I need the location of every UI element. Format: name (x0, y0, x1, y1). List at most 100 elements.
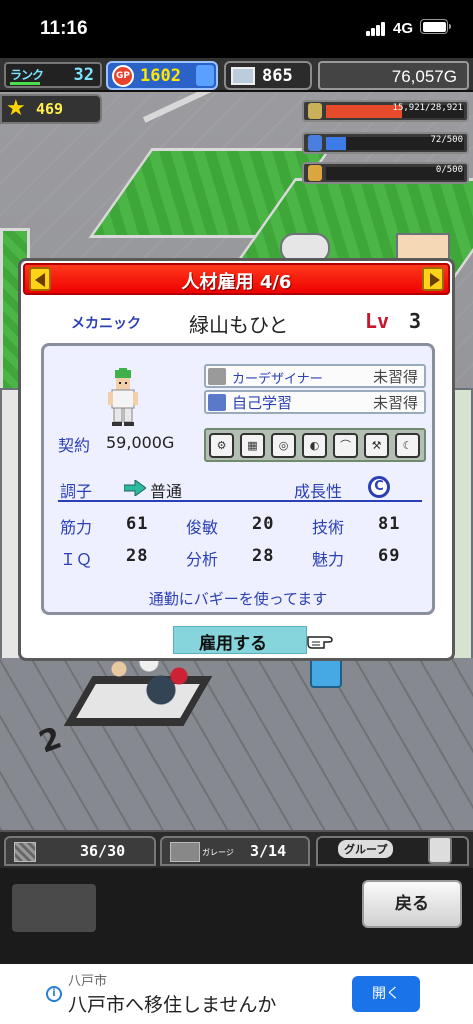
stat-value: 61 (126, 514, 149, 534)
engine-icon[interactable]: ⚙ (209, 433, 234, 458)
ability-icons: ⚙ ▦ ◎ ◐ ⌒ ⚒ ☾ (204, 428, 426, 462)
star-icon: ★ (6, 96, 26, 121)
resource-bar-water: 72/500 (302, 132, 469, 154)
hammer-icon[interactable]: ⚒ (364, 433, 389, 458)
tire-icon[interactable]: ◎ (271, 433, 296, 458)
skill-status: 未習得 (372, 368, 418, 386)
network-type: 4G (393, 20, 414, 37)
staff-count: 36/30 (80, 842, 126, 860)
rank-value: 32 (73, 65, 94, 85)
condition-label: 調子 (60, 482, 93, 501)
ad-advertiser: 八戸市 (68, 974, 108, 989)
chassis-icon[interactable]: ▦ (240, 433, 265, 458)
bottom-tabs: 36/30 ガレージ 3/14 グループ (0, 830, 473, 868)
job-type: メカニック (71, 316, 141, 332)
contract-label: 契約 (58, 436, 91, 455)
rank-label: ランク (10, 68, 44, 82)
stat-value: 28 (126, 546, 149, 566)
next-arrow-icon[interactable] (422, 267, 444, 291)
stat-label: 俊敏 (186, 518, 219, 537)
building (452, 388, 473, 678)
group-label[interactable]: グループ (338, 840, 394, 858)
stars-display[interactable]: ★ 469 (0, 94, 102, 124)
resource-fill (326, 137, 346, 150)
skill-name: カーデザイナー (232, 372, 323, 387)
pc-display[interactable]: 865 (224, 61, 312, 90)
resource-bar-fuel: 15,921/28,921 (302, 100, 469, 122)
stat-value: 69 (378, 546, 401, 566)
info-icon[interactable]: i (46, 986, 62, 1002)
skill-row[interactable]: 自己学習 未習得 (204, 390, 426, 414)
gp-coin-icon: GP (112, 65, 134, 87)
stat-label: 魅力 (312, 550, 345, 569)
wrench-icon[interactable]: ⌒ (333, 433, 358, 458)
skill-row[interactable]: カーデザイナー 未習得 (204, 364, 426, 388)
money-display: 76,057G (318, 61, 469, 90)
gp-display[interactable]: GP 1602 (106, 61, 218, 90)
rank-progress (10, 82, 40, 85)
helmet-icon[interactable]: ◐ (302, 433, 327, 458)
garage-icon (170, 842, 200, 862)
face-icon[interactable] (428, 836, 452, 864)
signal-icon (366, 22, 386, 36)
car-designer-icon (208, 368, 226, 385)
stat-value: 81 (378, 514, 401, 534)
stars-value: 469 (36, 100, 64, 118)
tab-staff[interactable]: 36/30 (4, 836, 156, 866)
gp-add-icon[interactable] (196, 65, 214, 86)
skill-status: 未習得 (372, 394, 418, 412)
dialog-header: 人材雇用 4/6 (23, 263, 450, 295)
dialog-title: 人材雇用 4/6 (181, 272, 292, 293)
garage-label: ガレージ (202, 848, 234, 857)
crate-icon (14, 842, 36, 862)
empty-slot (12, 884, 96, 932)
stat-value: 20 (252, 514, 275, 534)
pointing-hand-icon (307, 636, 333, 649)
ad-banner[interactable]: i 八戸市 八戸市へ移住しませんか 開く (0, 964, 473, 1024)
hire-button[interactable]: 雇用する (173, 626, 333, 654)
stat-value: 28 (252, 546, 275, 566)
stat-label: 筋力 (60, 518, 93, 537)
growth-label: 成長性 (294, 482, 343, 501)
self-study-icon (208, 394, 226, 411)
level-value: 3 (409, 309, 422, 333)
rank-display[interactable]: ランク 32 (4, 62, 102, 88)
profile-card: 契約 59,000G カーデザイナー 未習得 自己学習 未習得 ⚙ ▦ ◎ ◐ … (41, 343, 435, 615)
resource-bar-wheat: 0/500 (302, 162, 469, 184)
level-label: Lv (365, 309, 390, 333)
fuel-barrel-icon (308, 103, 322, 119)
back-button[interactable]: 戻る (362, 880, 462, 928)
computer-icon (231, 67, 255, 85)
resource-fill (326, 105, 402, 118)
resource-value: 0/500 (435, 165, 463, 175)
condition-value: 普通 (150, 482, 183, 501)
bottom-panel: 36/30 ガレージ 3/14 グループ 戻る (0, 830, 473, 964)
gp-value: 1602 (140, 66, 181, 86)
mechanic-avatar (108, 368, 138, 426)
money-value: 76,057G (391, 67, 457, 86)
status-time: 11:16 (40, 18, 88, 39)
ad-headline: 八戸市へ移住しませんか (68, 994, 277, 1016)
stat-label: 技術 (312, 518, 345, 537)
moon-icon[interactable]: ☾ (395, 433, 420, 458)
divider (58, 500, 422, 502)
hire-button-label: 雇用する (199, 634, 267, 654)
growth-grade: C (368, 476, 390, 498)
arrow-right-icon (124, 480, 146, 496)
hire-dialog: 人材雇用 4/6 メカニック 緑山もひと Lv 3 契約 59,000G カーデ… (18, 258, 455, 661)
skill-name: 自己学習 (232, 394, 293, 412)
stat-label: 分析 (186, 550, 219, 569)
contract-value: 59,000G (106, 433, 175, 452)
person-name: 緑山もひと (189, 313, 289, 337)
ad-open-button[interactable]: 開く (352, 976, 420, 1012)
battery-icon (420, 19, 451, 34)
status-bar: 11:16 4G (0, 0, 473, 58)
resource-value: 15,921/28,921 (392, 103, 463, 113)
garage-floor (0, 658, 473, 830)
tab-garage[interactable]: ガレージ 3/14 (160, 836, 310, 866)
wheat-icon (308, 165, 322, 181)
resource-value: 72/500 (430, 135, 463, 145)
comment-text: 通勤にバギーを使ってます (148, 590, 328, 608)
water-bottle-icon (308, 135, 322, 151)
pc-value: 865 (262, 66, 293, 86)
